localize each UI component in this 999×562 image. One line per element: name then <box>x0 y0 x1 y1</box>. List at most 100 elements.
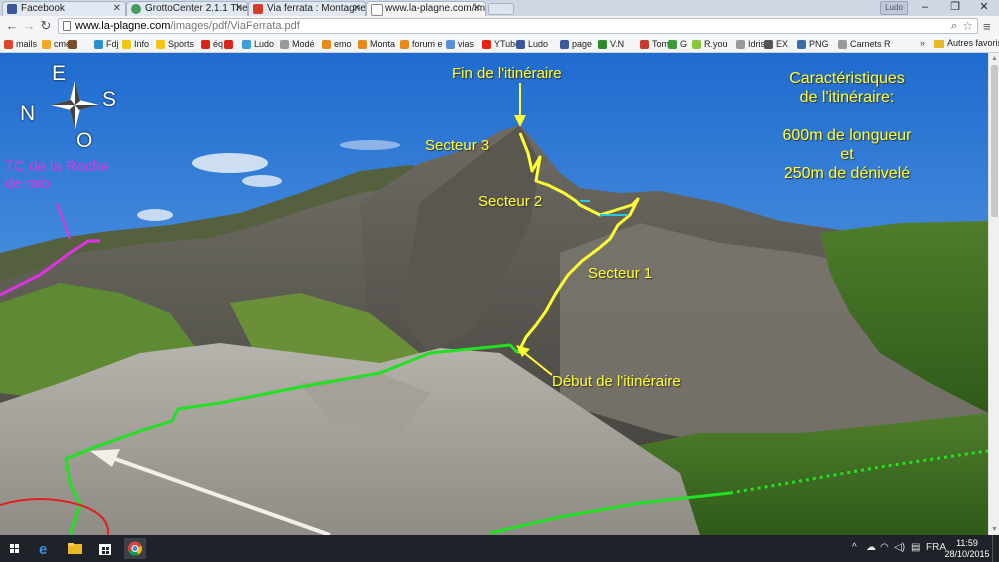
finish-label: Fin de l'itinéraire <box>452 65 562 82</box>
close-tab-icon[interactable]: ✕ <box>235 2 243 15</box>
bookmark-item[interactable] <box>224 38 236 51</box>
windows-start-icon[interactable] <box>4 538 26 559</box>
bookmark-item[interactable]: éq <box>201 38 223 51</box>
bookmark-favicon-icon <box>156 40 165 49</box>
edge-icon[interactable]: e <box>34 538 56 559</box>
close-tab-icon[interactable]: ✕ <box>113 2 121 15</box>
bookmark-item[interactable]: G <box>668 38 687 51</box>
action-center-icon[interactable]: ▤ <box>911 541 920 555</box>
tab-facebook[interactable]: Facebook ✕ <box>2 1 126 16</box>
bookmark-favicon-icon <box>692 40 701 49</box>
other-bookmarks-folder[interactable]: Autres favoris <box>934 38 999 48</box>
minimize-button[interactable]: – <box>910 0 940 16</box>
bookmark-item[interactable]: EX <box>764 38 788 51</box>
cloud <box>192 153 268 173</box>
reload-icon[interactable]: ↻ <box>38 18 54 34</box>
bookmark-favicon-icon <box>668 40 677 49</box>
onedrive-icon[interactable]: ☁ <box>866 541 876 555</box>
bookmark-label: Monta <box>370 39 396 49</box>
forward-arrow-icon[interactable]: → <box>21 18 37 34</box>
show-hidden-icons-icon[interactable]: ^ <box>852 541 857 555</box>
tab-grottocenter[interactable]: GrottoCenter 2.1.1 The W ✕ <box>126 1 248 16</box>
url-path: /images/pdf/ViaFerrata.pdf <box>170 20 300 32</box>
tab-label: www.la-plagne.com/imag <box>385 3 486 14</box>
bookmark-item[interactable]: Modé <box>280 38 315 51</box>
bookmark-item[interactable]: YTube <box>482 38 520 51</box>
show-desktop-button[interactable] <box>992 535 999 562</box>
other-bookmarks-label: Autres favoris <box>947 38 999 48</box>
folder-icon <box>934 40 944 48</box>
maximize-button[interactable]: ❐ <box>940 0 970 16</box>
back-arrow-icon[interactable]: ← <box>4 18 20 34</box>
system-clock[interactable]: 11:59 28/10/2015 <box>944 538 990 560</box>
bookmark-favicon-icon <box>224 40 233 49</box>
tab-la-plagne-pdf[interactable]: www.la-plagne.com/imag ✕ <box>366 1 486 16</box>
bookmark-item[interactable]: mails <box>4 38 37 51</box>
bookmark-label: G <box>680 39 688 49</box>
bookmark-item[interactable]: page <box>560 38 592 51</box>
bookmark-favicon-icon <box>446 40 455 49</box>
bookmark-favicon-icon <box>482 40 491 49</box>
volume-icon[interactable]: ◁) <box>894 541 905 555</box>
bookmark-item[interactable]: cme <box>42 38 71 51</box>
address-bar[interactable]: www.la-plagne.com/images/pdf/ViaFerrata.… <box>58 18 978 34</box>
bookmark-label: Ludo <box>528 39 549 49</box>
bookmark-label: Info <box>134 39 150 49</box>
bookmark-item[interactable]: PNG <box>797 38 829 51</box>
language-indicator[interactable]: FRA <box>926 541 946 555</box>
file-explorer-icon[interactable] <box>64 538 86 559</box>
url-host: www.la-plagne.com <box>75 20 171 32</box>
grottocenter-icon <box>131 4 141 14</box>
chrome-menu-icon[interactable]: ≡ <box>983 19 991 34</box>
bookmark-label: vias <box>458 39 475 49</box>
bookmark-item[interactable] <box>68 38 80 51</box>
chrome-icon[interactable] <box>124 538 146 559</box>
scroll-down-icon[interactable]: ▼ <box>991 526 998 533</box>
tab-via-ferrata[interactable]: Via ferrata : Montagne é ✕ <box>248 1 366 16</box>
bookmark-item[interactable]: forum e <box>400 38 443 51</box>
bookmark-item[interactable]: Ludo <box>242 38 274 51</box>
bookmark-item[interactable]: Fdj <box>94 38 119 51</box>
tab-strip: Facebook ✕ GrottoCenter 2.1.1 The W ✕ Vi… <box>0 0 999 16</box>
bookmark-item[interactable]: vias <box>446 38 474 51</box>
scroll-up-icon[interactable]: ▲ <box>991 55 998 62</box>
bookmark-item[interactable]: Carnets R <box>838 38 891 51</box>
close-tab-icon[interactable]: ✕ <box>473 2 481 15</box>
info-title-line1: Caractéristiques <box>789 70 905 87</box>
cloud <box>340 140 400 150</box>
bookmarks-overflow-button[interactable]: » <box>920 38 925 48</box>
bookmark-item[interactable]: emo <box>322 38 352 51</box>
bookmark-label: Modé <box>292 39 315 49</box>
bookmark-favicon-icon <box>764 40 773 49</box>
bookmark-item[interactable]: Monta <box>358 38 395 51</box>
close-tab-icon[interactable]: ✕ <box>353 2 361 15</box>
bookmark-item[interactable]: Ludo <box>516 38 548 51</box>
compass-east-label: E <box>52 62 67 85</box>
bookmark-favicon-icon <box>322 40 331 49</box>
bookmark-label: éq <box>213 39 224 49</box>
bookmark-label: mails <box>16 39 38 49</box>
new-tab-button[interactable] <box>488 3 514 15</box>
profile-button[interactable]: Ludo <box>880 1 908 15</box>
bookmark-label: EX <box>776 39 789 49</box>
close-window-button[interactable]: ✕ <box>969 0 999 16</box>
vertical-scrollbar[interactable]: ▲ ▼ <box>988 53 999 535</box>
bookmark-item[interactable]: Idris <box>736 38 765 51</box>
store-icon[interactable] <box>94 538 116 559</box>
bookmark-favicon-icon <box>516 40 525 49</box>
bookmark-item[interactable]: Info <box>122 38 149 51</box>
wifi-icon[interactable]: ◠ <box>880 541 889 555</box>
bookmark-item[interactable]: Sports <box>156 38 194 51</box>
bookmark-label: Tom <box>652 39 670 49</box>
bookmark-item[interactable]: Tom <box>640 38 669 51</box>
bookmark-favicon-icon <box>400 40 409 49</box>
scrollbar-thumb[interactable] <box>991 65 998 217</box>
bookmark-favicon-icon <box>560 40 569 49</box>
zoom-icon[interactable]: ⌕ <box>951 20 957 33</box>
bookmark-favicon-icon <box>94 40 103 49</box>
bookmark-item[interactable]: V.N <box>598 38 624 51</box>
bookmark-star-icon[interactable]: ☆ <box>962 19 973 33</box>
bookmark-item[interactable]: R.you <box>692 38 728 51</box>
bookmark-label: forum e <box>412 39 443 49</box>
compass-west-label: O <box>76 129 93 152</box>
